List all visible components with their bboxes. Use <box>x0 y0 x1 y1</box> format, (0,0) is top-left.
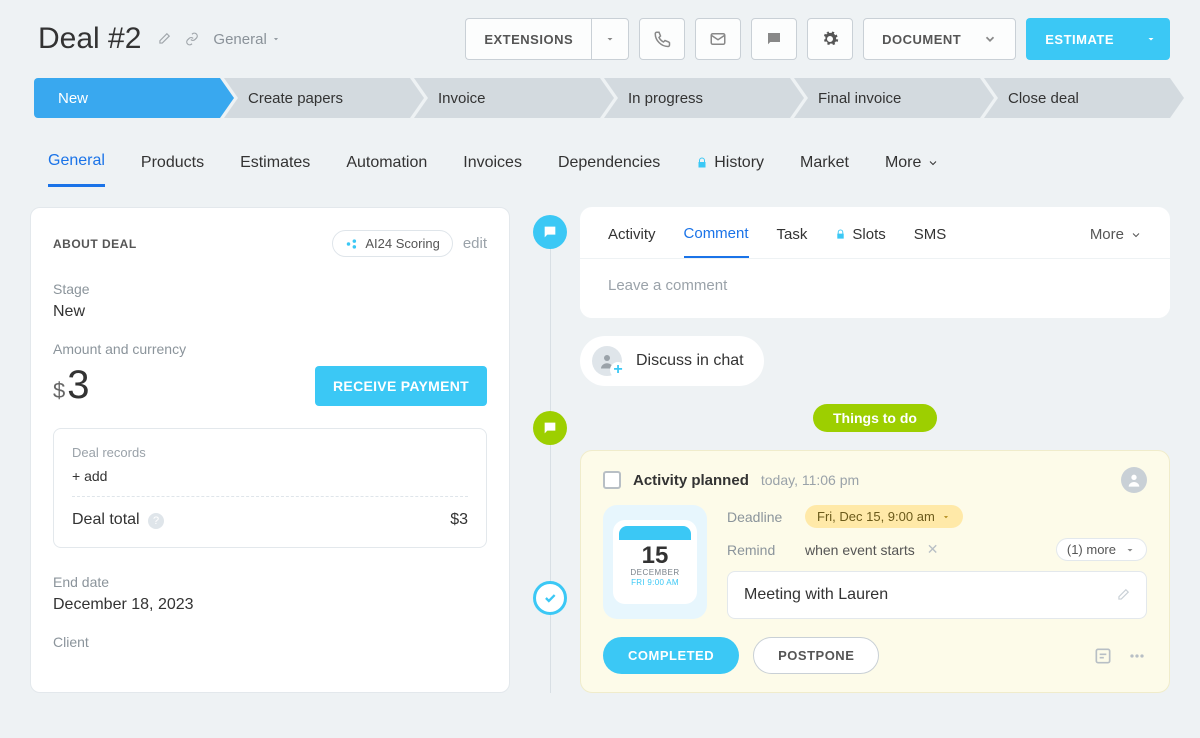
comment-tab-sms[interactable]: SMS <box>914 226 947 257</box>
chat-icon[interactable] <box>751 18 797 60</box>
comment-input[interactable]: Leave a comment <box>580 259 1170 318</box>
tab-dependencies[interactable]: Dependencies <box>558 144 660 186</box>
deal-records-box: Deal records + add Deal total ? $3 <box>53 428 487 548</box>
things-to-do-badge: Things to do <box>813 404 937 432</box>
comment-card: Activity Comment Task Slots SMS More Leave a … <box>580 207 1170 318</box>
category-select[interactable]: General <box>213 31 280 48</box>
category-label: General <box>213 31 266 48</box>
tab-automation[interactable]: Automation <box>346 144 427 186</box>
timeline-node-comment-icon <box>533 215 567 249</box>
extensions-button[interactable]: EXTENSIONS <box>465 18 591 60</box>
extensions-dropdown[interactable] <box>591 18 629 60</box>
currency-symbol: $ <box>53 378 65 404</box>
add-person-icon: + <box>592 346 622 376</box>
comment-tab-slots[interactable]: Slots <box>835 226 885 257</box>
deadline-value: Fri, Dec 15, 9:00 am <box>817 509 935 524</box>
stage-final-invoice[interactable]: Final invoice <box>794 78 980 118</box>
ai-scoring-label: AI24 Scoring <box>365 236 439 251</box>
calendar-tile: 15 DECEMBER FRI 9:00 AM <box>603 505 707 619</box>
tab-history[interactable]: History <box>696 144 764 186</box>
activity-title: Activity planned <box>633 472 749 489</box>
stage-value: New <box>53 303 487 321</box>
receive-payment-button[interactable]: RECEIVE PAYMENT <box>315 366 487 406</box>
note-icon[interactable] <box>1093 646 1113 666</box>
link-icon[interactable] <box>185 32 199 46</box>
tab-estimates[interactable]: Estimates <box>240 144 310 186</box>
gear-icon[interactable] <box>807 18 853 60</box>
about-deal-panel: ABOUT DEAL AI24 Scoring edit Stage New A… <box>30 207 510 693</box>
estimate-button[interactable]: ESTIMATE <box>1026 18 1132 60</box>
ai-scoring-icon <box>345 237 359 251</box>
lock-icon <box>696 157 708 169</box>
deadline-label: Deadline <box>727 509 793 525</box>
document-label: DOCUMENT <box>882 32 961 47</box>
tab-products[interactable]: Products <box>141 144 204 186</box>
comment-tab-more[interactable]: More <box>1090 226 1142 257</box>
more-fields-chip[interactable]: (1) more <box>1056 538 1147 561</box>
stage-invoice[interactable]: Invoice <box>414 78 600 118</box>
remind-clear-icon[interactable]: ✕ <box>927 541 939 558</box>
more-icon[interactable] <box>1127 646 1147 666</box>
chevron-down-icon <box>983 32 997 46</box>
comment-tab-activity[interactable]: Activity <box>608 226 656 257</box>
stage-close-deal[interactable]: Close deal <box>984 78 1170 118</box>
deal-total-value: $3 <box>450 511 468 529</box>
activity-card: Activity planned today, 11:06 pm 15 DECE… <box>580 450 1170 693</box>
calendar-time: FRI 9:00 AM <box>619 578 691 587</box>
stage-create-papers[interactable]: Create papers <box>224 78 410 118</box>
deadline-chip[interactable]: Fri, Dec 15, 9:00 am <box>805 505 963 528</box>
activity-subject-input[interactable]: Meeting with Lauren <box>727 571 1147 619</box>
stage-new[interactable]: New <box>34 78 220 118</box>
pencil-icon[interactable] <box>1116 588 1130 602</box>
avatar-icon <box>1121 467 1147 493</box>
deal-title: Deal #2 <box>38 22 141 56</box>
remind-label: Remind <box>727 542 793 558</box>
ai-scoring-chip[interactable]: AI24 Scoring <box>332 230 452 257</box>
calendar-day: 15 <box>619 544 691 568</box>
stage-label: Stage <box>53 281 487 297</box>
enddate-label: End date <box>53 574 487 590</box>
tab-more[interactable]: More <box>885 144 939 186</box>
tab-general[interactable]: General <box>48 142 105 187</box>
activity-timestamp: today, 11:06 pm <box>761 472 859 488</box>
timeline-node-chat-icon <box>533 411 567 445</box>
completed-button[interactable]: COMPLETED <box>603 637 739 674</box>
comment-tab-task[interactable]: Task <box>777 226 808 257</box>
activity-checkbox[interactable] <box>603 471 621 489</box>
about-heading: ABOUT DEAL <box>53 237 137 251</box>
activity-subject: Meeting with Lauren <box>744 586 888 604</box>
enddate-value: December 18, 2023 <box>53 596 487 614</box>
comment-tab-comment[interactable]: Comment <box>684 225 749 258</box>
timeline-node-check-icon <box>533 581 567 615</box>
edit-link[interactable]: edit <box>463 235 487 252</box>
amount-label: Amount and currency <box>53 341 487 357</box>
chat-link-label: Discuss in chat <box>636 352 744 370</box>
discuss-in-chat[interactable]: + Discuss in chat <box>580 336 764 386</box>
postpone-button[interactable]: POSTPONE <box>753 637 879 674</box>
tab-market[interactable]: Market <box>800 144 849 186</box>
amount-value: 3 <box>67 363 89 408</box>
help-icon[interactable]: ? <box>148 513 164 529</box>
remind-value: when event starts <box>805 542 915 558</box>
lock-icon <box>835 229 846 240</box>
add-record-link[interactable]: + add <box>72 468 468 484</box>
phone-icon[interactable] <box>639 18 685 60</box>
email-icon[interactable] <box>695 18 741 60</box>
calendar-month: DECEMBER <box>619 568 691 577</box>
client-label: Client <box>53 634 487 650</box>
deal-total-label: Deal total <box>72 511 140 528</box>
document-button[interactable]: DOCUMENT <box>863 18 1016 60</box>
records-title: Deal records <box>72 445 468 460</box>
estimate-dropdown[interactable] <box>1132 18 1170 60</box>
tab-invoices[interactable]: Invoices <box>463 144 522 186</box>
pencil-icon[interactable] <box>157 32 171 46</box>
more-count-label: (1) more <box>1067 542 1116 557</box>
stage-in-progress[interactable]: In progress <box>604 78 790 118</box>
